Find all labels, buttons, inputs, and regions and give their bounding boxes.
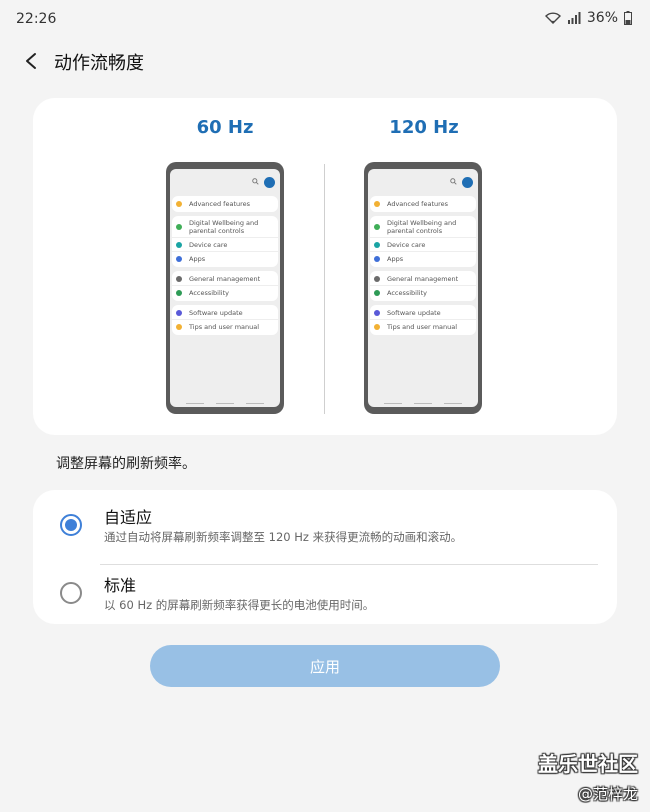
mini-settings-group: Software update Tips and user manual [370, 305, 476, 335]
option-subtitle: 通过自动将屏幕刷新频率调整至 120 Hz 来获得更流畅的动画和滚动。 [104, 530, 463, 544]
lightbulb-icon [374, 324, 380, 330]
mini-settings-item: Software update [370, 306, 476, 320]
watermark-author: @范梓龙 [577, 785, 638, 803]
mini-settings-item: Device care [370, 238, 476, 252]
mini-settings-label: General management [189, 274, 261, 283]
update-icon [176, 309, 182, 316]
status-bar: 22:26 36% [0, 0, 650, 38]
mini-toolbar [170, 169, 280, 196]
page-title: 动作流畅度 [54, 53, 144, 74]
mini-settings-item: Software update [172, 306, 278, 320]
mini-settings-group: General management Accessibility [370, 271, 476, 301]
mini-settings-item: Apps [172, 252, 278, 266]
mini-settings-label: Accessibility [387, 289, 427, 297]
option-divider [100, 564, 598, 565]
app-bar: 动作流畅度 [0, 38, 650, 84]
mini-settings-label: General management [387, 274, 459, 283]
battery-text: 36% [586, 10, 618, 26]
lightbulb-icon [176, 324, 182, 330]
status-icons: 36% [544, 10, 632, 26]
mini-settings-item: Advanced features [172, 197, 278, 211]
mini-settings-label: Tips and user manual [387, 323, 458, 331]
refresh-rate-preview-card: 60 Hz 120 Hz Advanced features Digital We… [33, 98, 617, 435]
watermark: 盖乐世社区 @范梓龙 [538, 748, 638, 804]
mini-toolbar [368, 169, 478, 196]
mini-settings-item: Digital Wellbeing and parental controls [172, 217, 278, 238]
mini-nav-bar [170, 402, 280, 404]
sliders-icon [176, 275, 182, 282]
mini-settings-label: Tips and user manual [189, 323, 260, 331]
mini-settings-item: Tips and user manual [370, 320, 476, 334]
mini-settings-item: Device care [172, 238, 278, 252]
mini-settings-label: Apps [387, 255, 404, 263]
mini-settings-label: Accessibility [189, 289, 229, 297]
mini-settings-group: Digital Wellbeing and parental controls D… [370, 216, 476, 267]
wellbeing-icon [374, 224, 380, 230]
option-subtitle: 以 60 Hz 的屏幕刷新频率获得更长的电池使用时间。 [104, 598, 375, 612]
mini-settings-item: General management [172, 272, 278, 286]
mini-settings-group: Digital Wellbeing and parental controls D… [172, 216, 278, 267]
chevron-left-icon [26, 53, 36, 69]
mini-settings-label: Apps [189, 255, 206, 263]
preview-label-120hz: 120 Hz [389, 117, 459, 138]
update-icon [374, 309, 380, 316]
mini-settings-item: Digital Wellbeing and parental controls [370, 217, 476, 238]
back-button[interactable] [18, 48, 44, 74]
phone-screen: Advanced features Digital Wellbeing and p… [170, 169, 280, 407]
mini-settings-group: Advanced features [172, 196, 278, 212]
wellbeing-icon [176, 224, 182, 230]
mini-settings-group: Advanced features [370, 196, 476, 212]
sliders-icon [374, 275, 380, 282]
avatar-icon [264, 177, 275, 188]
mini-settings-label: Device care [387, 240, 426, 249]
device-care-icon [374, 241, 380, 248]
search-icon [450, 178, 457, 185]
mini-settings-label: Software update [189, 308, 243, 317]
accessibility-icon [374, 290, 380, 296]
mini-settings-item: Apps [370, 252, 476, 266]
watermark-community: 盖乐世社区 [538, 752, 638, 776]
mini-settings-label: Device care [189, 240, 228, 249]
accessibility-icon [176, 290, 182, 296]
mini-settings-group: Software update Tips and user manual [172, 305, 278, 335]
apps-icon [374, 256, 380, 262]
status-time: 22:26 [16, 11, 57, 27]
option-title: 标准 [104, 576, 137, 595]
mini-settings-label: Digital Wellbeing and parental controls [387, 219, 457, 235]
mini-settings-label: Software update [387, 308, 441, 317]
mini-nav-bar [368, 402, 478, 404]
mini-settings-item: Accessibility [370, 286, 476, 300]
phone-preview-120hz: Advanced features Digital Wellbeing and p… [364, 162, 482, 414]
mini-settings-label: Digital Wellbeing and parental controls [189, 219, 259, 235]
option-title: 自适应 [104, 508, 153, 527]
signal-icon [567, 12, 581, 24]
apply-button[interactable]: 应用 [150, 645, 500, 687]
refresh-rate-options: 自适应 通过自动将屏幕刷新频率调整至 120 Hz 来获得更流畅的动画和滚动。 … [33, 490, 617, 624]
mini-settings-item: General management [370, 272, 476, 286]
mini-settings-label: Advanced features [189, 200, 251, 208]
mini-settings-item: Tips and user manual [172, 320, 278, 334]
mini-settings-item: Accessibility [172, 286, 278, 300]
option-adaptive[interactable]: 自适应 通过自动将屏幕刷新频率调整至 120 Hz 来获得更流畅的动画和滚动。 [33, 498, 617, 565]
gear-icon [374, 201, 380, 207]
device-care-icon [176, 241, 182, 248]
search-icon [252, 178, 259, 185]
apps-icon [176, 256, 182, 262]
preview-label-60hz: 60 Hz [196, 117, 254, 138]
battery-icon [624, 11, 632, 25]
avatar-icon [462, 177, 473, 188]
standard-radio[interactable] [60, 582, 82, 604]
phone-preview-60hz: Advanced features Digital Wellbeing and p… [166, 162, 284, 414]
mini-settings-group: General management Accessibility [172, 271, 278, 301]
option-standard[interactable]: 标准 以 60 Hz 的屏幕刷新频率获得更长的电池使用时间。 [33, 566, 617, 630]
wifi-icon [544, 12, 561, 24]
adaptive-radio[interactable] [60, 514, 82, 536]
mini-settings-label: Advanced features [387, 200, 449, 208]
phone-screen: Advanced features Digital Wellbeing and p… [368, 169, 478, 407]
gear-icon [176, 201, 182, 207]
mini-settings-item: Advanced features [370, 197, 476, 211]
description-text: 调整屏幕的刷新频率。 [56, 456, 196, 472]
preview-divider [324, 164, 325, 414]
